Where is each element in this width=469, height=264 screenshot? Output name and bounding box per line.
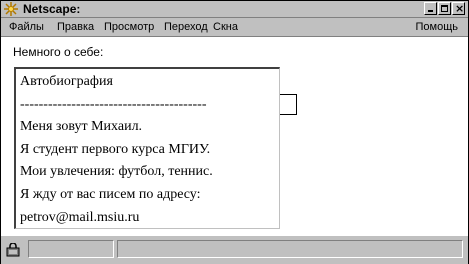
textarea-line: Мои увлечения: футбол, теннис.	[20, 164, 213, 180]
security-lock-icon[interactable]	[6, 243, 22, 257]
close-icon: ×	[455, 2, 465, 15]
close-button[interactable]: ×	[452, 2, 465, 15]
autobiography-textarea[interactable]: Автобиография --------------------------…	[14, 67, 280, 229]
menu-help[interactable]: Помощь	[416, 21, 459, 33]
textarea-line: Я студент первого курса МГИУ.	[20, 141, 211, 157]
maximize-button[interactable]	[438, 2, 451, 15]
menu-bar: Файлы Правка Просмотр Переход Скна Помощ…	[1, 18, 468, 37]
menu-view[interactable]: Просмотр	[104, 21, 154, 33]
window-title: Netscape:	[23, 2, 81, 16]
menu-edit[interactable]: Правка	[57, 21, 94, 33]
section-label: Немного о себе:	[13, 45, 104, 59]
minimize-button[interactable]	[424, 2, 437, 15]
netscape-logo-icon	[4, 2, 18, 16]
textarea-line: petrov@mail.msiu.ru	[20, 209, 140, 225]
title-bar[interactable]: Netscape: ×	[1, 1, 468, 18]
netscape-window: Netscape: × Файлы Правка Просмотр Перехо…	[0, 0, 469, 264]
page-content: Немного о себе: – Автобиография --------…	[1, 37, 468, 235]
textarea-line: Я жду от вас писем по адресу:	[20, 186, 201, 202]
menu-go[interactable]: Переход	[164, 21, 208, 33]
status-field-message	[117, 240, 463, 258]
maximize-icon	[441, 5, 448, 12]
minimize-icon	[428, 10, 433, 12]
menu-window[interactable]: Скна	[213, 21, 238, 33]
textarea-line: ----------------------------------------	[20, 96, 207, 112]
status-field-progress	[28, 240, 114, 258]
menu-files[interactable]: Файлы	[9, 21, 44, 33]
textarea-line: Автобиография	[20, 74, 113, 89]
textarea-line: Меня зовут Михаил.	[20, 119, 143, 135]
status-bar	[1, 235, 468, 264]
